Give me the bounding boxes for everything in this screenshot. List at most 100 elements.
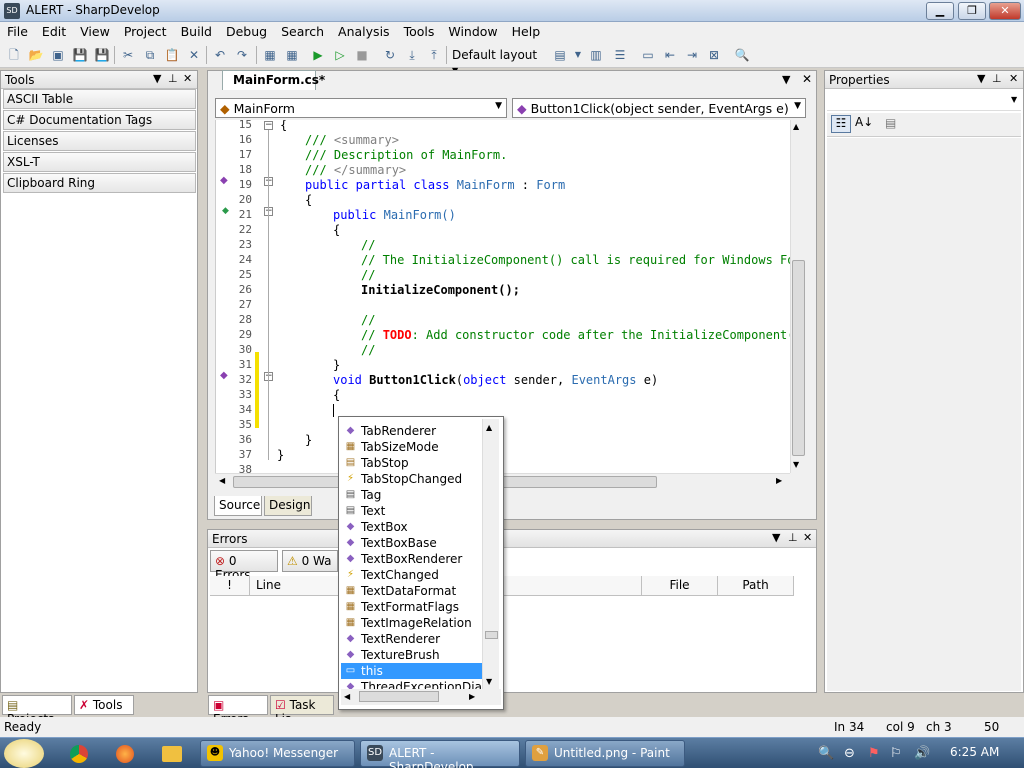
task-sharpdevelop[interactable]: SD ALERT - SharpDevelop [360,740,520,768]
bookmark-prev-icon[interactable]: ⇤ [662,47,678,63]
scroll-thumb[interactable] [359,691,439,702]
fold-toggle[interactable]: − [264,121,273,130]
menu-analysis[interactable]: Analysis [331,22,397,42]
dropdown-arrow-icon[interactable]: ▼ [153,72,161,85]
build-solution-icon[interactable]: ▦ [262,47,278,63]
paste-icon[interactable]: 📋 [164,47,180,63]
delete-icon[interactable]: ✕ [186,47,202,63]
tab-projects[interactable]: ▤ Projects [2,695,72,726]
close-icon[interactable]: ✕ [803,531,812,544]
network-icon[interactable]: ⚑ [868,746,880,761]
menu-tools[interactable]: Tools [397,22,442,42]
bookmark-next-icon[interactable]: ⇥ [684,47,700,63]
list-item-selected[interactable]: ▭ this [341,663,482,679]
list-item[interactable]: ⚡ TextChanged [341,567,482,583]
list-item[interactable]: ▤ Tag [341,487,482,503]
close-icon[interactable]: ✕ [1009,72,1018,85]
menu-window[interactable]: Window [441,22,504,42]
dropdown-arrow-icon[interactable]: ▼ [977,72,985,85]
comment-icon[interactable]: ▥ [588,47,604,63]
run-without-debug-icon[interactable]: ▷ [332,47,348,63]
list-item[interactable]: ◆ TextBoxBase [341,535,482,551]
find-in-files-icon[interactable]: ▤ [552,47,568,63]
menu-project[interactable]: Project [117,22,174,42]
categorized-icon[interactable]: ☷ [831,115,851,133]
editor-close-icon[interactable]: ✕ [802,72,812,86]
tool-item-clipboard-ring[interactable]: Clipboard Ring [3,173,196,193]
property-grid[interactable] [827,138,1021,691]
member-combo[interactable]: ◆ Button1Click(object sender, EventArgs … [512,98,806,118]
open-file-icon[interactable]: 📂 [28,47,44,63]
list-item[interactable]: ◆ TextRenderer [341,631,482,647]
list-item[interactable]: ◆ TextureBrush [341,647,482,663]
sharpdevelop-app-icon[interactable]: SD [4,3,20,19]
indent-icon[interactable]: ☰ [612,47,628,63]
tool-item-csharp-doc-tags[interactable]: C# Documentation Tags [3,110,196,130]
scroll-thumb[interactable] [792,260,805,456]
step-into-icon[interactable]: ⤓ [404,47,420,63]
find-dropdown-arrow-icon[interactable]: ▼ [570,47,586,63]
task-paint[interactable]: ✎ Untitled.png - Paint [525,740,685,767]
chrome-icon[interactable] [70,745,88,763]
redo-icon[interactable]: ↷ [234,47,250,63]
stop-icon[interactable]: ■ [354,47,370,63]
volume-icon[interactable]: 🔊 [914,746,930,761]
menu-search[interactable]: Search [274,22,331,42]
tool-item-xslt[interactable]: XSL-T [3,152,196,172]
column-header-path[interactable]: Path [718,576,794,596]
start-button[interactable] [4,739,44,768]
editor-dropdown-arrow-icon[interactable]: ▼ [782,73,790,86]
object-selector[interactable]: ▼ [827,91,1021,111]
dropdown-arrow-icon[interactable]: ▼ [772,531,780,544]
close-window-button[interactable]: ✕ [989,2,1021,20]
property-pages-icon[interactable]: ▤ [885,116,896,130]
list-item[interactable]: ◆ TextBoxRenderer [341,551,482,567]
tray-minus-icon[interactable]: ⊖ [844,746,855,761]
open-project-icon[interactable]: ▣ [50,47,66,63]
autocomplete-horizontal-scrollbar[interactable]: ◀ ▶ [341,689,501,705]
clock[interactable]: 6:25 AM [950,745,999,759]
pin-icon[interactable]: ⊥ [788,531,798,544]
menu-debug[interactable]: Debug [219,22,274,42]
menu-view[interactable]: View [73,22,117,42]
errors-filter-button[interactable]: ⊗ 0 Errors [210,550,278,582]
scroll-left-icon[interactable]: ◀ [344,692,350,701]
list-item[interactable]: ◆ TextBox [341,519,482,535]
bookmark-toggle-icon[interactable]: ▭ [640,47,656,63]
pin-icon[interactable]: ⊥ [168,72,178,85]
layout-dropdown[interactable]: Default layout ▼ [450,45,542,75]
document-tab-mainform[interactable]: MainForm.cs* [222,70,325,90]
pin-icon[interactable]: ⊥ [992,72,1002,85]
warnings-filter-button[interactable]: ⚠ 0 Wa [282,550,338,572]
minimize-button[interactable]: ▁ [926,2,954,20]
list-item[interactable]: ⚡ TabStopChanged [341,471,482,487]
cut-icon[interactable]: ✂ [120,47,136,63]
firefox-icon[interactable] [116,745,134,763]
editor-vertical-scrollbar[interactable]: ▲ ▼ [790,120,806,473]
search-icon[interactable]: 🔍 [818,746,834,761]
run-icon[interactable]: ▶ [310,47,326,63]
scroll-left-icon[interactable]: ◀ [219,476,225,485]
bookmark-clear-icon[interactable]: ⊠ [706,47,722,63]
column-header-file[interactable]: File [642,576,718,596]
undo-icon[interactable]: ↶ [212,47,228,63]
flag-icon[interactable]: ⚐ [890,746,902,761]
scroll-down-icon[interactable]: ▼ [793,460,799,469]
menu-build[interactable]: Build [174,22,219,42]
list-item[interactable]: ▦ TabSizeMode [341,439,482,455]
find-icon[interactable]: 🔍 [734,47,750,63]
list-item[interactable]: ◆ TabRenderer [341,423,482,439]
list-item[interactable]: ◆ ThreadExceptionDialog [341,679,482,689]
scroll-right-icon[interactable]: ▶ [776,476,782,485]
new-file-icon[interactable]: 🗋 [6,47,22,63]
autocomplete-vertical-scrollbar[interactable]: ▲ ▼ [482,419,499,689]
copy-icon[interactable]: ⧉ [142,47,158,63]
task-yahoo-messenger[interactable]: ☻ Yahoo! Messenger [200,740,355,767]
list-item[interactable]: ▤ Text [341,503,482,519]
list-item[interactable]: ▤ TabStop [341,455,482,471]
step-out-icon[interactable]: ⤒ [426,47,442,63]
tab-task-list[interactable]: ☑ Task Lis [270,695,334,726]
menu-edit[interactable]: Edit [35,22,73,42]
save-icon[interactable]: 💾 [72,47,88,63]
tab-errors[interactable]: ▣ Errors [208,695,268,726]
